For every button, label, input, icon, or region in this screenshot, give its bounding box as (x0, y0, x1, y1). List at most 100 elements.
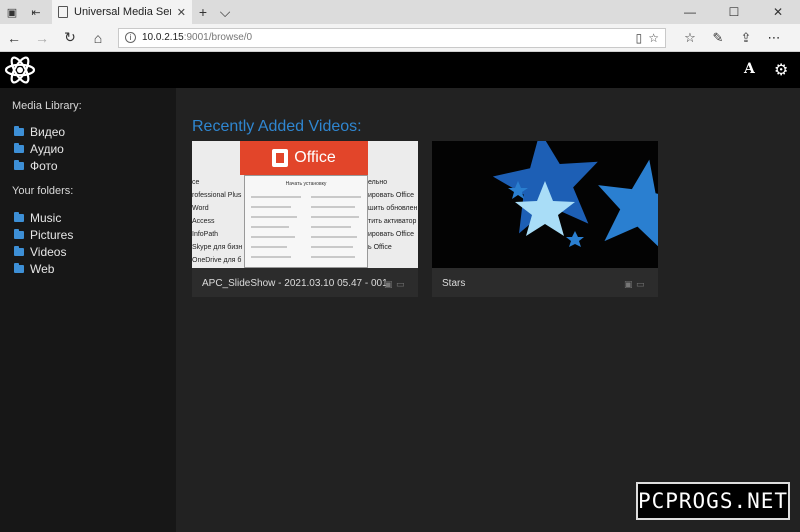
media-library-title: Media Library: (12, 100, 82, 112)
left-line: Word (192, 205, 209, 212)
folder-icon (14, 212, 24, 222)
left-line: ce (192, 179, 200, 186)
video-caption[interactable]: APC_SlideShow - 2021.03.10 05.47 - 001 (202, 278, 388, 289)
video-thumbnail[interactable]: Office ce rofessional Plus Word Access I… (192, 141, 418, 268)
left-line: Access (192, 218, 215, 225)
reading-view-icon[interactable]: ▯ (636, 31, 643, 45)
add-icon[interactable]: ▣ (384, 279, 393, 290)
play-icon[interactable]: ▭ (636, 279, 645, 290)
url-host: 10.0.2.15 (142, 32, 184, 43)
right-line: ельно (368, 179, 388, 186)
address-bar[interactable]: i 10.0.2.15:9001/browse/0 ▯ ☆ (118, 27, 666, 48)
sidebar-item-videos[interactable]: Videos (14, 245, 66, 259)
sidebar-item-label: Аудио (30, 142, 64, 156)
folder-icon (14, 229, 24, 239)
folder-icon (14, 143, 24, 153)
your-folders-title: Your folders: (12, 185, 74, 197)
refresh-button[interactable]: ↻ (56, 29, 84, 46)
favorite-star-icon[interactable]: ☆ (648, 31, 659, 45)
office-right-column: ельно ировать Office шить обновлен тить … (368, 176, 418, 254)
folder-icon (14, 126, 24, 136)
dialog-title: Начать установку (285, 181, 327, 187)
browser-tab-bar: ▣ ⇤ Universal Media Server ✕ + ⌵ — ☐ ✕ (0, 0, 800, 24)
watermark: PCPROGS.NET (636, 482, 790, 520)
dialog-line (311, 196, 361, 198)
office-left-column: ce rofessional Plus Word Access InfoPath… (192, 176, 244, 267)
folder-icon (14, 246, 24, 256)
sidebar-item-audio[interactable]: Аудио (14, 142, 64, 156)
tab-close-icon[interactable]: ✕ (177, 6, 186, 19)
sidebar-item-label: Фото (30, 159, 58, 173)
new-tab-button[interactable]: + (192, 0, 214, 24)
tab-list-button[interactable]: ⌵ (214, 0, 236, 24)
close-window-button[interactable]: ✕ (756, 0, 800, 24)
browser-toolbar: ← → ↻ ⌂ i 10.0.2.15:9001/browse/0 ▯ ☆ ☆ … (0, 24, 800, 52)
dialog-line (311, 216, 359, 218)
back-tabs-icon[interactable]: ⇤ (24, 0, 48, 24)
site-info-icon[interactable]: i (125, 32, 136, 43)
stars-thumbnail-image (432, 141, 658, 268)
office-install-dialog: Начать установку (244, 175, 368, 268)
dialog-line (251, 256, 291, 258)
dialog-line (251, 226, 289, 228)
play-icon[interactable]: ▭ (396, 279, 405, 290)
office-banner: Office (240, 141, 368, 175)
sidebar-item-photo[interactable]: Фото (14, 159, 58, 173)
dialog-line (311, 246, 353, 248)
folder-icon (14, 263, 24, 273)
tab-universal-media-server[interactable]: Universal Media Server ✕ (52, 0, 192, 24)
video-card[interactable]: Office ce rofessional Plus Word Access I… (192, 141, 418, 297)
minimize-button[interactable]: — (668, 0, 712, 24)
back-button[interactable]: ← (0, 30, 28, 46)
left-line: InfoPath (192, 231, 219, 238)
dialog-line (311, 206, 355, 208)
sidebar-item-pictures[interactable]: Pictures (14, 228, 73, 242)
browser-tools: ☆ ✎ ⇪ ⋯ (676, 30, 788, 46)
dialog-line (251, 206, 291, 208)
more-icon[interactable]: ⋯ (760, 30, 788, 46)
right-line: шить обновлен (368, 205, 418, 212)
pen-icon[interactable]: ✎ (704, 30, 732, 46)
home-button[interactable]: ⌂ (84, 30, 112, 46)
sidebar-item-web[interactable]: Web (14, 262, 54, 276)
page-icon (58, 6, 68, 18)
favorites-hub-icon[interactable]: ☆ (676, 30, 704, 46)
ums-logo-icon[interactable] (4, 55, 36, 85)
gear-icon[interactable]: ⚙ (774, 60, 788, 80)
sidebar-item-label: Pictures (30, 228, 74, 242)
app-header: A ⚙ (0, 52, 800, 88)
office-logo-icon (272, 149, 289, 167)
font-size-button[interactable]: A (744, 61, 755, 77)
dialog-line (311, 226, 351, 228)
video-card[interactable]: Stars ▣ ▭ (432, 141, 658, 297)
dialog-line (311, 256, 355, 258)
video-thumbnail[interactable] (432, 141, 658, 268)
dialog-line (251, 216, 297, 218)
tab-actions-icon[interactable]: ▣ (0, 0, 24, 24)
right-line: ь Office (368, 244, 392, 251)
sidebar-item-label: Видео (30, 125, 66, 139)
left-line: OneDrive для б (192, 257, 242, 264)
share-icon[interactable]: ⇪ (732, 30, 760, 46)
sidebar-item-label: Music (30, 211, 62, 225)
dialog-line (311, 236, 357, 238)
forward-button[interactable]: → (28, 30, 56, 46)
folder-icon (14, 160, 24, 170)
page-title: Recently Added Videos: (192, 118, 362, 135)
right-line: ировать Office (368, 192, 415, 199)
window-controls: — ☐ ✕ (668, 0, 800, 24)
right-line: тить активатор (368, 218, 417, 225)
sidebar: Media Library: Видео Аудио Фото Your fol… (0, 88, 176, 532)
sidebar-item-music[interactable]: Music (14, 211, 61, 225)
video-caption[interactable]: Stars (442, 278, 465, 289)
dialog-line (251, 246, 287, 248)
add-icon[interactable]: ▣ (624, 279, 633, 290)
main-content: Recently Added Videos: Office ce rofessi… (176, 88, 800, 532)
sidebar-item-video[interactable]: Видео (14, 125, 65, 139)
dialog-line (251, 196, 301, 198)
left-line: Skype для бизн (192, 244, 243, 251)
left-line: rofessional Plus (192, 192, 242, 199)
maximize-button[interactable]: ☐ (712, 0, 756, 24)
url-text[interactable]: 10.0.2.15:9001/browse/0 (142, 32, 630, 43)
sidebar-item-label: Videos (30, 245, 67, 259)
